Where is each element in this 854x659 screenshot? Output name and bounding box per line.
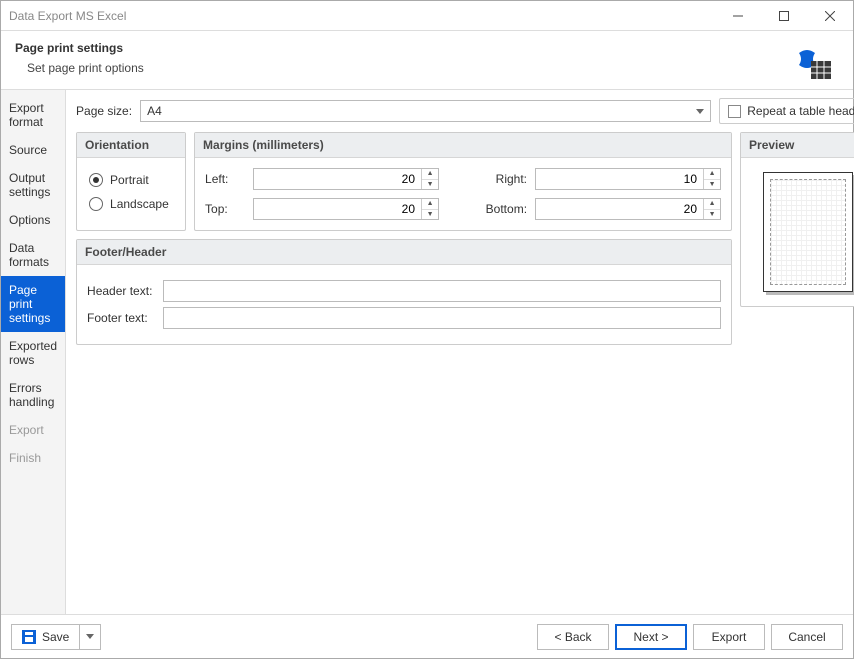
repeat-header-label: Repeat a table header [747, 104, 854, 118]
orientation-landscape-radio[interactable]: Landscape [87, 192, 175, 216]
spin-up-icon[interactable]: ▲ [422, 199, 438, 210]
margin-bottom-label: Bottom: [447, 202, 527, 216]
sidebar-item-source[interactable]: Source [1, 136, 65, 164]
sidebar-item-data-formats[interactable]: Data formats [1, 234, 65, 276]
spin-up-icon[interactable]: ▲ [422, 169, 438, 180]
export-excel-icon [797, 45, 833, 81]
sidebar-item-export-format[interactable]: Export format [1, 94, 65, 136]
next-button[interactable]: Next > [615, 624, 687, 650]
window-title: Data Export MS Excel [9, 9, 715, 23]
chevron-down-icon [696, 109, 704, 114]
footer-header-group: Footer/Header Header text: Footer text: [76, 239, 732, 345]
page-size-label: Page size: [76, 104, 132, 118]
margins-group: Margins (millimeters) Left: ▲▼ Right: [194, 132, 732, 231]
preview-group: Preview [740, 132, 854, 307]
orientation-portrait-label: Portrait [110, 173, 149, 187]
content: Page size: A4 Repeat a table header Orie… [66, 90, 854, 614]
repeat-header-checkbox[interactable]: Repeat a table header [719, 98, 854, 124]
margin-right-input[interactable]: ▲▼ [535, 168, 721, 190]
page-size-select[interactable]: A4 [140, 100, 711, 122]
save-icon [22, 630, 36, 644]
footer-header-legend: Footer/Header [77, 240, 731, 265]
titlebar: Data Export MS Excel [1, 1, 853, 31]
checkbox-icon [728, 105, 741, 118]
spin-down-icon[interactable]: ▼ [704, 210, 720, 220]
margin-right-label: Right: [447, 172, 527, 186]
page-title: Page print settings [15, 41, 797, 55]
spin-up-icon[interactable]: ▲ [704, 169, 720, 180]
close-button[interactable] [807, 1, 853, 31]
save-button[interactable]: Save [11, 624, 80, 650]
orientation-group: Orientation Portrait Landscape [76, 132, 186, 231]
sidebar-item-output-settings[interactable]: Output settings [1, 164, 65, 206]
save-dropdown-button[interactable] [80, 624, 101, 650]
radio-icon [89, 173, 103, 187]
footer-text-input[interactable] [163, 307, 721, 329]
window: Data Export MS Excel Page print settings… [0, 0, 854, 659]
preview-legend: Preview [741, 133, 854, 158]
sidebar-item-errors-handling[interactable]: Errors handling [1, 374, 65, 416]
header-text-label: Header text: [87, 284, 157, 298]
page-subtitle: Set page print options [15, 61, 797, 75]
margin-left-label: Left: [205, 172, 245, 186]
spin-up-icon[interactable]: ▲ [704, 199, 720, 210]
minimize-button[interactable] [715, 1, 761, 31]
spin-down-icon[interactable]: ▼ [422, 210, 438, 220]
save-split-button: Save [11, 624, 101, 650]
sidebar: Export formatSourceOutput settingsOption… [1, 90, 66, 614]
page-size-value: A4 [147, 104, 162, 118]
footer: Save < Back Next > Export Cancel [1, 614, 853, 658]
back-button[interactable]: < Back [537, 624, 609, 650]
orientation-portrait-radio[interactable]: Portrait [87, 168, 175, 192]
cancel-button[interactable]: Cancel [771, 624, 843, 650]
margin-top-input[interactable]: ▲▼ [253, 198, 439, 220]
margins-legend: Margins (millimeters) [195, 133, 731, 158]
spin-down-icon[interactable]: ▼ [704, 180, 720, 190]
sidebar-item-exported-rows[interactable]: Exported rows [1, 332, 65, 374]
sidebar-item-export: Export [1, 416, 65, 444]
spin-down-icon[interactable]: ▼ [422, 180, 438, 190]
export-button[interactable]: Export [693, 624, 765, 650]
maximize-button[interactable] [761, 1, 807, 31]
chevron-down-icon [86, 634, 94, 639]
margin-bottom-input[interactable]: ▲▼ [535, 198, 721, 220]
header: Page print settings Set page print optio… [1, 31, 853, 89]
orientation-legend: Orientation [77, 133, 185, 158]
header-text-input[interactable] [163, 280, 721, 302]
sidebar-item-options[interactable]: Options [1, 206, 65, 234]
footer-text-label: Footer text: [87, 311, 157, 325]
orientation-landscape-label: Landscape [110, 197, 169, 211]
page-preview [763, 172, 853, 292]
body: Export formatSourceOutput settingsOption… [1, 89, 853, 614]
sidebar-item-page-print-settings[interactable]: Page print settings [1, 276, 65, 332]
radio-icon [89, 197, 103, 211]
page-size-row: Page size: A4 Repeat a table header [76, 98, 854, 124]
margin-top-label: Top: [205, 202, 245, 216]
sidebar-item-finish: Finish [1, 444, 65, 472]
margin-left-input[interactable]: ▲▼ [253, 168, 439, 190]
